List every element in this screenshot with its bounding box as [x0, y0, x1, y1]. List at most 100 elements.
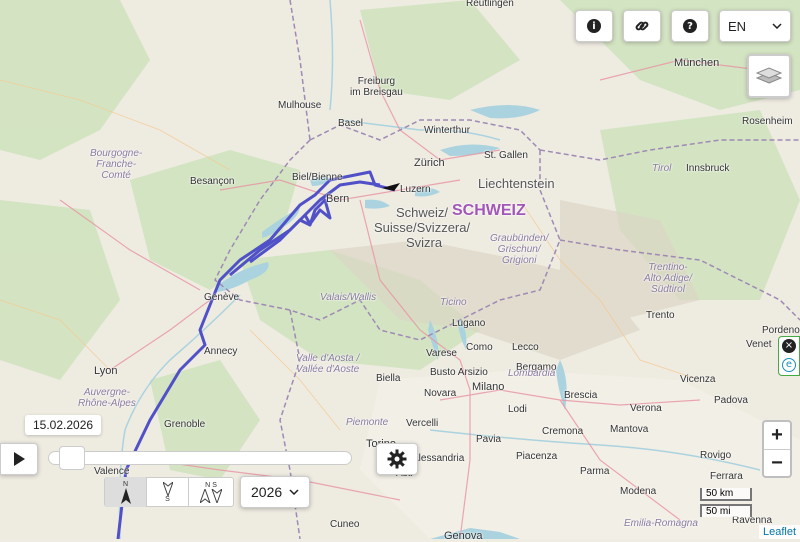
place-label: Lodi	[508, 404, 527, 415]
embed-icon[interactable]: e	[782, 358, 796, 372]
place-label: Biella	[376, 373, 401, 384]
close-icon[interactable]: ×	[782, 339, 796, 353]
place-label: Cremona	[542, 426, 584, 437]
south-up-button[interactable]: S	[147, 477, 189, 507]
place-label: Innsbruck	[686, 163, 730, 174]
place-label: München	[674, 57, 720, 69]
north-up-button[interactable]: N	[105, 477, 147, 507]
info-icon: i	[587, 19, 601, 33]
both-n-label: N	[205, 481, 211, 489]
settings-button[interactable]	[376, 443, 418, 475]
region-label: Lombardia	[508, 368, 556, 379]
country-label: Suisse/Svizzera/	[374, 220, 471, 235]
place-label: Brescia	[564, 390, 598, 401]
place-label: Basel	[338, 118, 364, 129]
region-label: Bourgogne- Franche- Comté	[90, 148, 143, 181]
region-label: Trentino- Alto Adige/Südtirol	[644, 262, 692, 295]
year-value: 2026	[251, 484, 283, 500]
place-label: Reutlingen	[466, 0, 514, 9]
place-label: Novara	[424, 388, 457, 399]
country-label: Liechtenstein	[478, 176, 555, 191]
place-label: Pordenone	[762, 325, 800, 336]
link-icon	[635, 21, 649, 31]
place-label: Busto Arsizio	[430, 367, 488, 378]
zoom-in-button[interactable]: +	[764, 422, 790, 449]
region-label: Valais/Wallis	[320, 292, 377, 303]
language-select[interactable]: EN	[719, 10, 791, 42]
share-link-button[interactable]	[623, 10, 661, 42]
place-label: Rosenheim	[742, 116, 793, 127]
both-arrows-icon	[200, 488, 222, 503]
north-label: N	[122, 480, 129, 488]
chevron-down-icon	[289, 489, 299, 495]
place-label: Como	[466, 342, 493, 353]
scale-imperial: 50 mi	[700, 504, 752, 517]
both-s-label: S	[212, 481, 217, 489]
attribution-link[interactable]: Leaflet	[758, 525, 800, 539]
play-icon	[14, 452, 25, 466]
country-label: Svizra	[406, 235, 443, 250]
region-label: Graubünden/Grischun/Grigioni	[490, 233, 549, 266]
place-label: Vicenza	[680, 374, 716, 385]
info-button[interactable]: i	[575, 10, 613, 42]
place-label: Biel/Bienne	[292, 172, 343, 183]
place-label: Cuneo	[330, 519, 360, 530]
zoom-out-button[interactable]: −	[764, 449, 790, 477]
timeline-slider-thumb[interactable]	[59, 446, 86, 470]
country-label: Schweiz/	[396, 205, 449, 220]
place-label: Parma	[580, 466, 610, 477]
place-label: Valence	[94, 466, 130, 477]
region-label: Valle d'Aosta / Vallée d'Aoste	[296, 353, 360, 375]
layers-button[interactable]	[747, 54, 791, 98]
place-label: Pavia	[476, 434, 502, 445]
place-label: Lecco	[512, 342, 539, 353]
help-button[interactable]: ?	[671, 10, 709, 42]
place-label: Annecy	[204, 346, 238, 357]
place-label: Grenoble	[164, 419, 206, 430]
region-label: Auvergne- Rhône-Alpes	[78, 387, 136, 409]
gear-icon	[387, 449, 407, 469]
scale-metric: 50 km	[700, 488, 752, 501]
south-arrow-icon	[162, 481, 173, 496]
place-label: Mulhouse	[278, 100, 322, 111]
place-label: Freiburg im Breisgau	[350, 76, 403, 98]
south-label: S	[165, 495, 170, 503]
place-label: Winterthur	[424, 125, 471, 136]
place-label: Padova	[714, 395, 748, 406]
place-label: Genève	[204, 292, 240, 303]
play-button[interactable]	[0, 443, 38, 475]
region-label: Ticino	[440, 297, 467, 308]
place-label: Piacenza	[516, 451, 558, 462]
layers-icon	[756, 67, 782, 84]
date-label: 15.02.2026	[25, 415, 102, 435]
region-label: Piemonte	[346, 417, 389, 428]
place-label: Lugano	[452, 318, 486, 329]
region-label: Tirol	[652, 163, 672, 174]
place-label: Milano	[472, 381, 505, 393]
year-select[interactable]: 2026	[240, 476, 310, 508]
place-label: Genova	[444, 530, 483, 542]
region-label: Emilia-Romagna	[624, 518, 698, 529]
both-direction-button[interactable]: NS	[190, 477, 232, 507]
both-labels: NS	[205, 482, 217, 489]
place-label: Ferrara	[710, 471, 743, 482]
timeline-slider[interactable]	[48, 451, 352, 465]
place-label: Varese	[426, 348, 457, 359]
help-icon: ?	[683, 19, 697, 33]
chevron-down-icon	[772, 23, 782, 29]
place-label: Venet	[746, 339, 772, 350]
country-label-highlight: SCHWEIZ	[452, 202, 526, 219]
place-label: Luzern	[400, 184, 431, 195]
north-arrow-icon	[120, 487, 131, 504]
place-label: Mantova	[610, 424, 649, 435]
place-label: St. Gallen	[484, 150, 528, 161]
place-label: Vercelli	[406, 418, 439, 429]
place-label: Zürich	[414, 157, 445, 169]
place-label: Trento	[646, 310, 675, 321]
place-label: Bern	[326, 193, 350, 205]
place-label: Verona	[630, 403, 662, 414]
side-panel-tab[interactable]: × e	[778, 336, 800, 376]
place-label: Rovigo	[700, 450, 732, 461]
language-value: EN	[728, 18, 747, 34]
place-label: Besançon	[190, 176, 235, 187]
